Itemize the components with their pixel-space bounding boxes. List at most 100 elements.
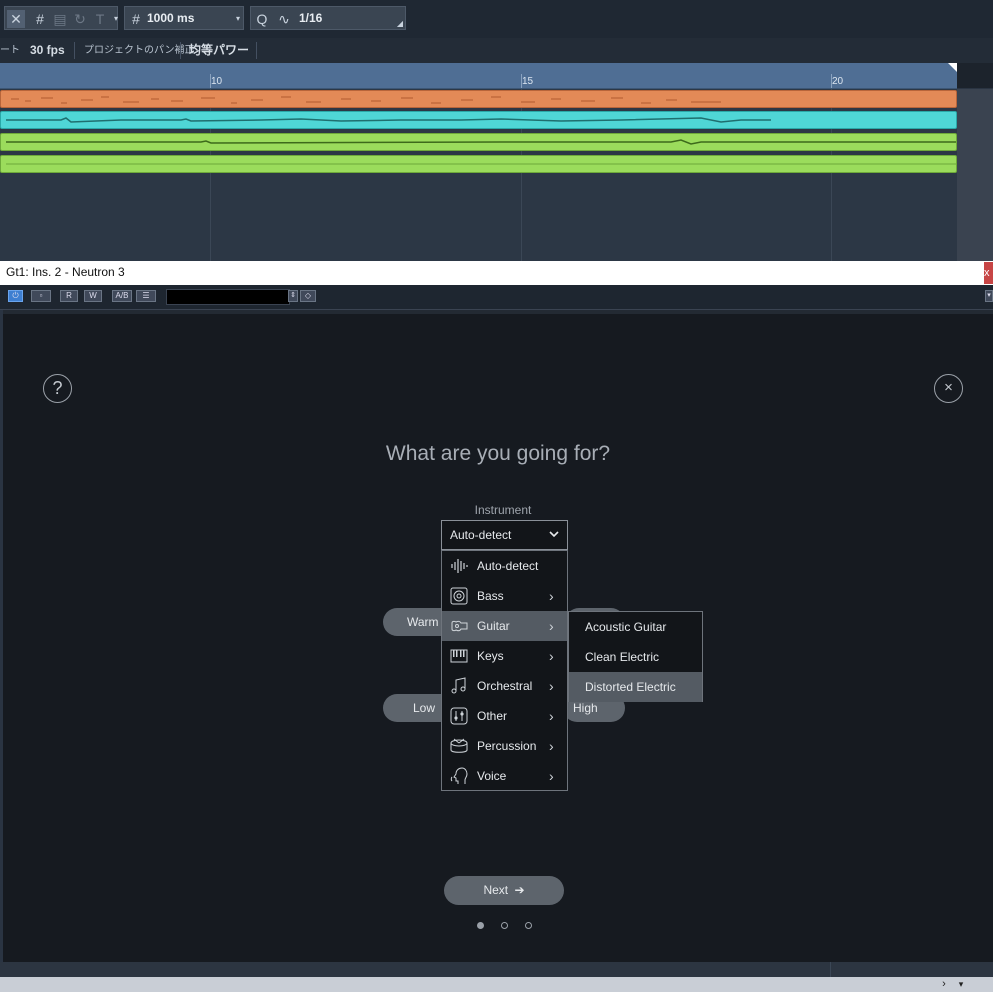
submenu-item-distorted-electric[interactable]: Distorted Electric [569,672,702,702]
plugin-window-title: Gt1: Ins. 2 - Neutron 3 [6,265,125,279]
menu-item-label: Other [477,709,508,723]
chevron-right-icon: › [549,648,554,664]
menu-item-label: Bass [477,589,504,603]
arrange-area[interactable] [0,89,957,261]
menu-item-label: Voice [477,769,507,783]
chevron-down-icon: ▾ [235,14,240,23]
sliders-icon [450,707,468,725]
project-info-bar: ート 30 fps プロジェクトのパン補正 均等パワー [0,38,993,64]
assistant-question: What are you going for? [385,442,611,465]
quantize-group: Q ∿ 1/16 ◢ [250,6,406,30]
dropdown-value: Auto-detect [450,528,512,542]
end-marker-icon[interactable] [948,63,957,72]
track-event-green[interactable] [0,155,957,173]
pan-law-label: プロジェクトのパン補正 [84,45,195,56]
menu-item-label: Orchestral [477,679,533,693]
grid-icon[interactable]: # [31,10,49,28]
scroll-right-icon[interactable]: › [938,978,950,990]
speaker-icon [450,587,468,605]
write-automation-button[interactable]: W [84,290,102,302]
frame-rate[interactable]: 30 fps [30,38,65,63]
menu-item-keys[interactable]: Keys › [442,641,567,671]
waveform-icon [451,559,468,573]
grid-value: 1000 ms [147,11,195,25]
snap-toggle-icon[interactable]: ✕ [7,10,25,28]
quantize-wave-icon[interactable]: ∿ [275,10,293,28]
quantize-icon[interactable]: Q [253,10,271,28]
zoom-menu-icon[interactable]: ▾ [955,978,967,990]
page-dot[interactable] [501,922,508,929]
plugin-control-bar: ⏻ ▫ R W A/B ☰ ⇕ ◇ ▾ [0,285,993,310]
guitar-submenu: Acoustic Guitar Clean Electric Distorted… [568,611,703,702]
drum-icon [450,738,468,753]
window-close-button[interactable]: x [984,262,993,284]
menu-item-other[interactable]: Other › [442,701,567,731]
snap-mode-icon[interactable]: ▤ [51,10,69,28]
horizontal-scrollbar[interactable]: › ▾ [0,977,993,992]
piano-keys-icon [450,649,468,663]
chevron-down-icon [549,531,559,538]
arrange-right-panel [957,89,993,261]
ruler-tick-label: 10 [211,76,223,87]
power-icon[interactable]: ⏻ [8,290,23,302]
arrow-right-icon: ➔ [514,883,525,897]
menu-item-guitar[interactable]: Guitar › [442,611,567,641]
next-label: Next [483,883,509,897]
close-icon[interactable]: × [934,374,963,403]
preset-field[interactable] [166,289,290,305]
menu-item-voice[interactable]: Voice › [442,761,567,791]
chevron-down-icon[interactable]: ◢ [391,15,409,33]
chevron-right-icon: › [549,678,554,694]
frame-label: ート [0,45,20,56]
chevron-right-icon: › [549,768,554,784]
submenu-item-clean-electric[interactable]: Clean Electric [569,642,702,672]
preset-menu-icon[interactable]: ☰ [136,290,156,302]
menu-item-label: Auto-detect [477,559,539,573]
menu-item-percussion[interactable]: Percussion › [442,731,567,761]
audio-waveform [6,163,956,165]
audio-waveform [6,139,956,145]
chevron-right-icon: › [549,588,554,604]
menu-item-label: Guitar [477,619,510,633]
track-event-orange[interactable] [0,90,957,108]
instrument-menu: Auto-detect Bass › Guitar › Keys › Orche… [441,550,568,791]
cycle-icon[interactable]: ↻ [71,10,89,28]
page-dot[interactable] [525,922,532,929]
tool-group: ✕ # ▤ ↻ T ▾ [4,6,118,30]
ab-compare-button[interactable]: A/B [112,290,132,302]
pan-law-value[interactable]: 均等パワー [189,38,249,63]
track-event-cyan[interactable] [0,111,957,129]
audio-waveform [6,117,771,123]
plugin-window-titlebar[interactable]: Gt1: Ins. 2 - Neutron 3 x [0,261,993,285]
divider [256,42,257,59]
submenu-item-acoustic-guitar[interactable]: Acoustic Guitar [569,612,702,642]
chevron-down-icon[interactable]: ▾ [985,290,993,302]
preset-save-icon[interactable]: ◇ [300,290,316,302]
chevron-down-icon[interactable]: ▾ [107,10,125,28]
page-dot-active[interactable] [477,922,484,929]
menu-item-auto-detect[interactable]: Auto-detect [442,551,567,581]
timeline-ruler[interactable]: 10 15 20 [0,63,957,89]
help-icon[interactable]: ? [43,374,72,403]
grid-type-select[interactable]: # 1000 ms ▾ [124,6,244,30]
quantize-value[interactable]: 1/16 [299,7,322,29]
guitar-icon [451,620,468,632]
ruler-tick-label: 15 [522,76,534,87]
menu-item-label: Percussion [477,739,537,753]
ruler-right-panel [957,63,993,88]
bypass-icon[interactable]: ▫ [31,290,51,302]
high-pill-label: High [573,701,598,715]
menu-item-label: Keys [477,649,504,663]
divider [180,42,181,59]
midi-notes [11,96,721,104]
preset-stepper-icon[interactable]: ⇕ [288,290,298,302]
instrument-dropdown[interactable]: Auto-detect [441,520,568,550]
read-automation-button[interactable]: R [60,290,78,302]
menu-item-bass[interactable]: Bass › [442,581,567,611]
instrument-label: Instrument [474,503,532,517]
track-event-green[interactable] [0,133,957,151]
ruler-tick-label: 20 [832,76,844,87]
next-button[interactable]: Next ➔ [444,876,564,905]
chevron-right-icon: › [549,738,554,754]
menu-item-orchestral[interactable]: Orchestral › [442,671,567,701]
